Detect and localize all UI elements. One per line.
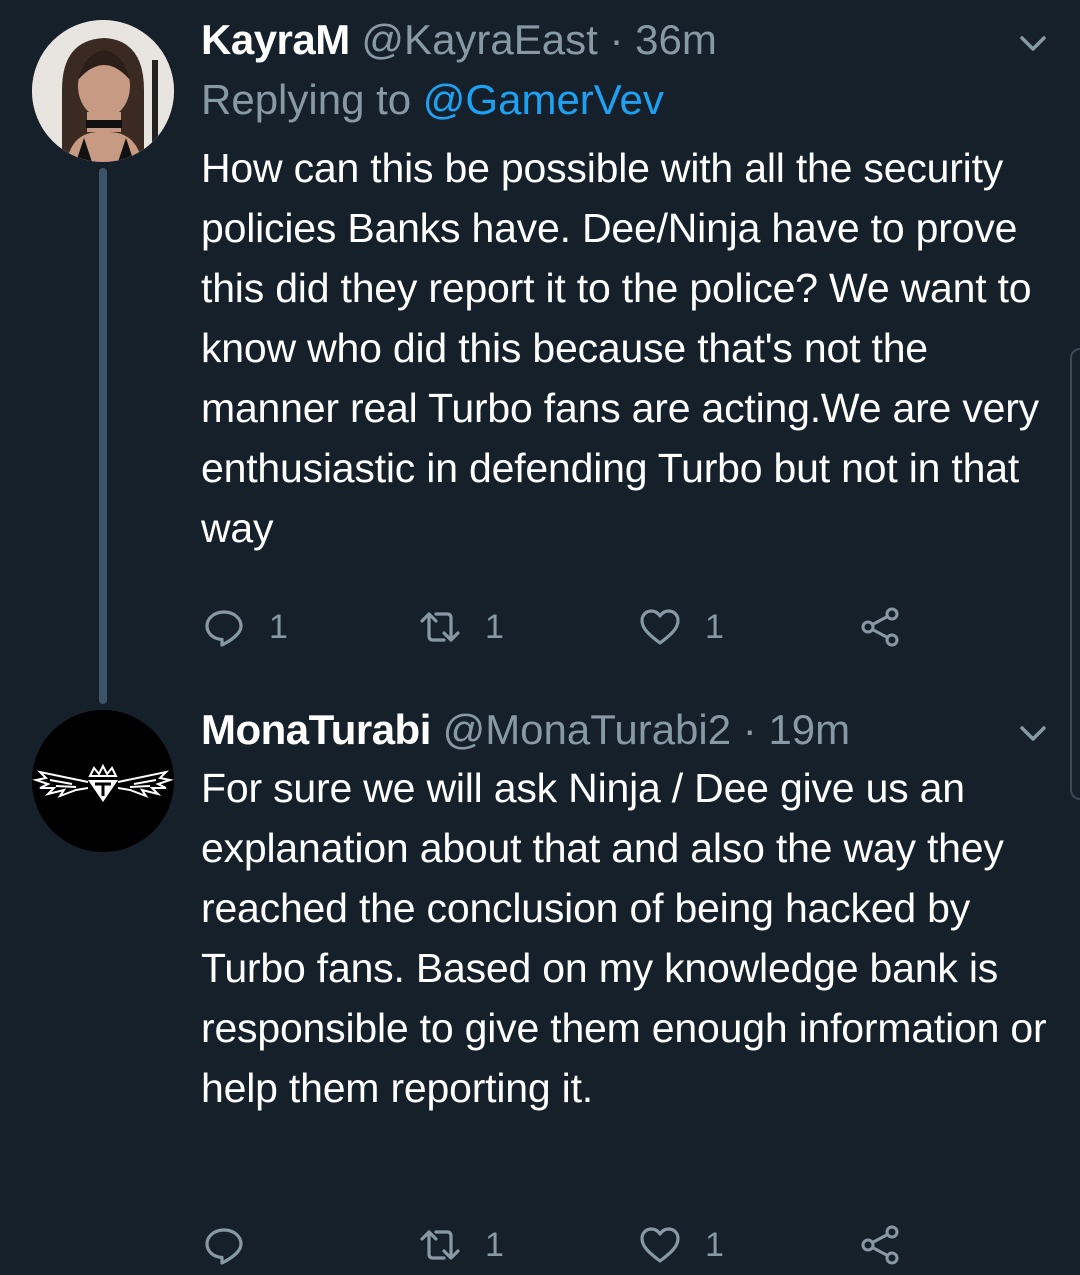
tweet-text: How can this be possible with all the se… [201, 145, 1039, 551]
heart-icon [640, 1227, 680, 1263]
replying-to: Replying to @GamerVev [201, 70, 664, 130]
handle[interactable]: @MonaTurabi2 [443, 706, 732, 753]
like-count: 1 [705, 607, 724, 646]
thread-line [99, 168, 107, 704]
retweet-icon [420, 612, 460, 642]
retweet-icon [420, 1230, 460, 1260]
tweet-header: KayraM @KayraEast · 36m [201, 10, 1020, 70]
display-name[interactable]: KayraM [201, 16, 350, 63]
retweet-count: 1 [485, 1225, 504, 1264]
avatar[interactable] [32, 710, 174, 852]
share-button[interactable] [859, 602, 901, 652]
share-icon [861, 607, 899, 647]
retweet-button[interactable]: 1 [419, 602, 504, 652]
share-button[interactable] [859, 1220, 901, 1270]
retweet-button[interactable]: 1 [419, 1220, 504, 1270]
separator: · [742, 706, 757, 753]
replying-prefix: Replying to [201, 76, 412, 123]
share-icon [861, 1225, 899, 1265]
reply-icon [205, 1228, 243, 1265]
tweet-monaturabi[interactable]: MonaTurabi @MonaTurabi2 · 19m For sure w… [0, 700, 1080, 1275]
avatar[interactable] [32, 20, 174, 162]
chevron-down-icon[interactable] [1016, 716, 1050, 750]
chevron-down-icon[interactable] [1016, 26, 1050, 60]
heart-icon [640, 609, 680, 645]
like-count: 1 [705, 1225, 724, 1264]
reply-button[interactable] [203, 1220, 269, 1270]
mention-link[interactable]: @GamerVev [423, 76, 664, 123]
tweet-kayram[interactable]: KayraM @KayraEast · 36m Replying to @Gam… [0, 0, 1080, 704]
like-button[interactable]: 1 [639, 602, 724, 652]
display-name[interactable]: MonaTurabi [201, 706, 431, 753]
retweet-count: 1 [485, 607, 504, 646]
avatar-photo [32, 20, 174, 162]
tweet-header: MonaTurabi @MonaTurabi2 · 19m [201, 700, 1020, 760]
winged-crown-logo-icon [32, 710, 174, 852]
tweet-text: For sure we will ask Ninja / Dee give us… [201, 765, 1047, 1111]
timestamp[interactable]: 36m [635, 16, 717, 63]
reply-button[interactable]: 1 [203, 602, 288, 652]
tweet-actions: 1 1 1 [201, 602, 921, 652]
reply-count: 1 [269, 607, 288, 646]
tweet-actions: 1 1 [201, 1220, 921, 1270]
separator: · [609, 16, 624, 63]
scroll-indicator[interactable] [1070, 348, 1080, 800]
timestamp[interactable]: 19m [768, 706, 850, 753]
handle[interactable]: @KayraEast [361, 16, 597, 63]
like-button[interactable]: 1 [639, 1220, 724, 1270]
reply-icon [205, 610, 243, 647]
